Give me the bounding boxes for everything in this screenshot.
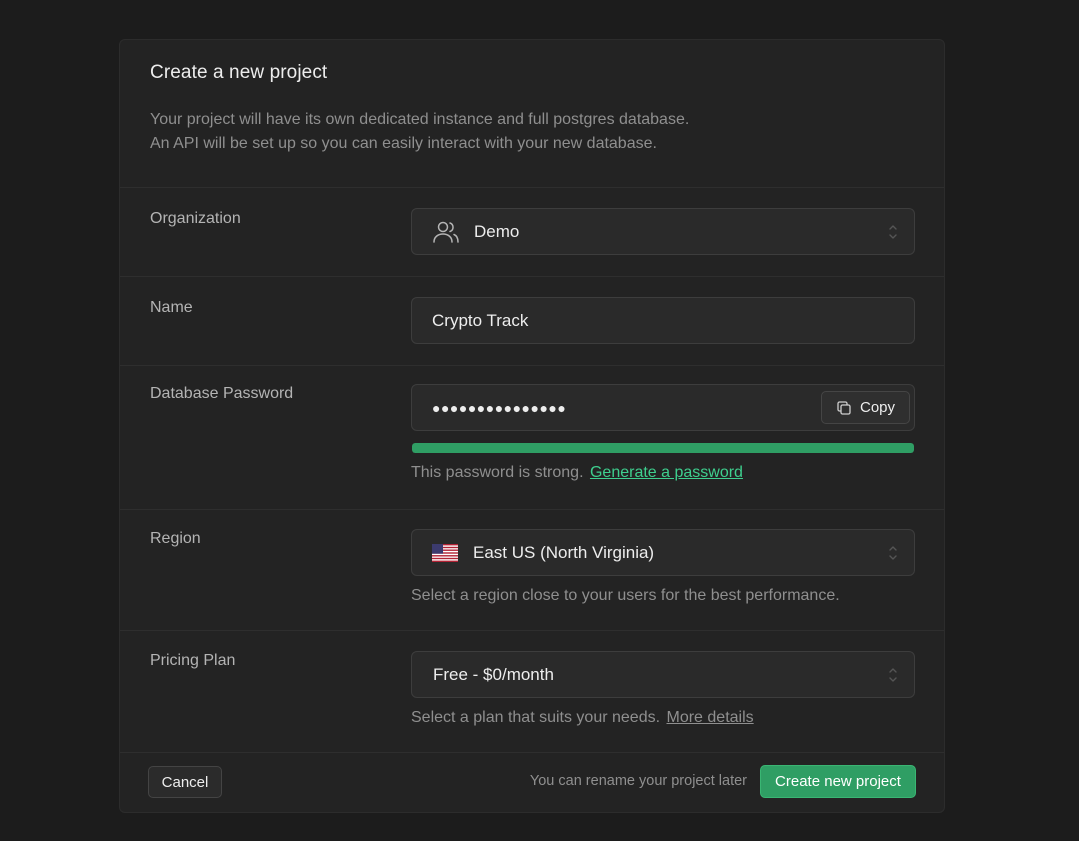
description-line-1: Your project will have its own dedicated…: [150, 111, 690, 128]
name-row: Name Crypto Track: [120, 277, 944, 366]
password-strength-bar: [412, 443, 914, 453]
create-project-dialog: Create a new project Your project will h…: [119, 39, 945, 813]
region-value: East US (North Virginia): [473, 542, 655, 562]
organization-value: Demo: [474, 221, 520, 241]
password-strength-fill: [412, 443, 914, 453]
password-helper: This password is strong. Generate a pass…: [411, 464, 743, 482]
dialog-header: Create a new project Your project will h…: [120, 40, 944, 188]
dialog-title: Create a new project: [150, 62, 328, 83]
rename-note: You can rename your project later: [529, 773, 747, 789]
create-project-button[interactable]: Create new project: [760, 765, 916, 798]
pricing-plan-label: Pricing Plan: [150, 652, 236, 669]
organization-label: Organization: [150, 210, 241, 227]
pricing-plan-select[interactable]: Free - $0/month: [411, 651, 915, 698]
region-select[interactable]: East US (North Virginia): [411, 529, 915, 576]
copy-password-button[interactable]: Copy: [821, 391, 910, 424]
organization-row: Organization Demo: [120, 188, 944, 277]
region-helper: Select a region close to your users for …: [411, 587, 840, 604]
password-masked-value: ●●●●●●●●●●●●●●●: [432, 399, 567, 416]
region-row: Region East US (North Virginia) Select a…: [120, 510, 944, 631]
users-icon: [432, 220, 460, 244]
pricing-plan-value: Free - $0/month: [433, 664, 554, 684]
name-label: Name: [150, 299, 193, 316]
generate-password-link[interactable]: Generate a password: [590, 464, 743, 481]
password-input[interactable]: ●●●●●●●●●●●●●●● Copy: [411, 384, 915, 431]
pricing-plan-helper: Select a plan that suits your needs. Mor…: [411, 709, 754, 727]
chevron-up-down-icon: [888, 544, 898, 562]
us-flag-icon: [432, 543, 458, 562]
dialog-footer: Cancel You can rename your project later…: [120, 752, 944, 812]
organization-select[interactable]: Demo: [411, 208, 915, 255]
chevron-up-down-icon: [888, 666, 898, 684]
chevron-up-down-icon: [888, 223, 898, 241]
password-strength-text: This password is strong.: [411, 464, 584, 481]
region-label: Region: [150, 530, 201, 547]
dialog-description: Your project will have its own dedicated…: [150, 108, 914, 156]
more-details-link[interactable]: More details: [667, 709, 754, 726]
password-label: Database Password: [150, 385, 294, 402]
description-line-2: An API will be set up so you can easily …: [150, 135, 657, 152]
copy-icon: [836, 400, 852, 416]
copy-button-label: Copy: [859, 399, 896, 416]
cancel-button[interactable]: Cancel: [148, 766, 222, 798]
project-name-value: Crypto Track: [432, 310, 529, 330]
pricing-plan-helper-text: Select a plan that suits your needs.: [411, 709, 661, 726]
pricing-plan-row: Pricing Plan Free - $0/month Select a pl…: [120, 631, 944, 753]
project-name-input[interactable]: Crypto Track: [411, 297, 915, 344]
password-row: Database Password ●●●●●●●●●●●●●●● Copy T…: [120, 366, 944, 510]
